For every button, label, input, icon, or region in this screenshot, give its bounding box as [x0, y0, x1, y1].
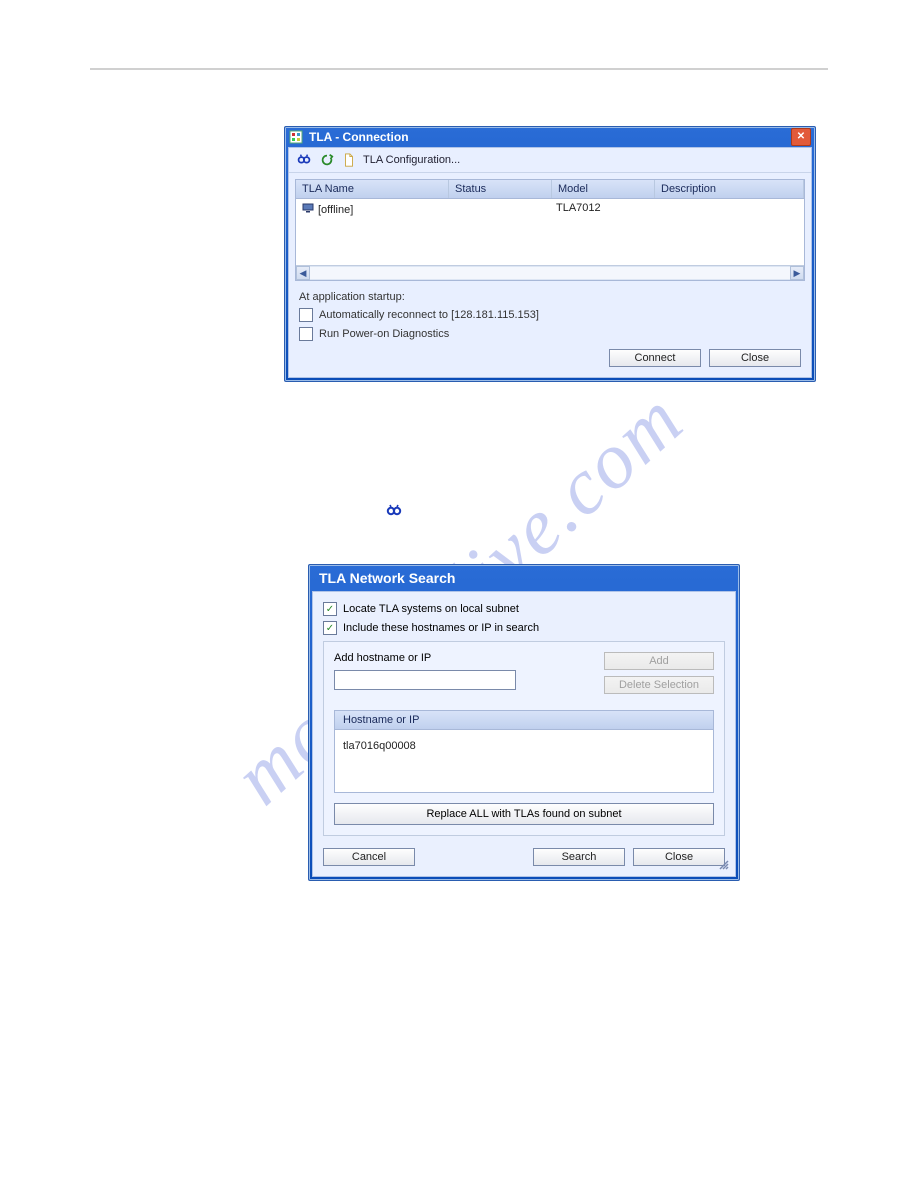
- run-power-label: Run Power-on Diagnostics: [319, 328, 449, 340]
- resize-grip-icon[interactable]: [717, 858, 729, 870]
- search-button[interactable]: Search: [533, 848, 625, 866]
- locate-label: Locate TLA systems on local subnet: [343, 603, 519, 615]
- list-item[interactable]: tla7016q00008: [335, 730, 713, 792]
- inline-search-icon-hint: [386, 502, 402, 521]
- scroll-right-icon[interactable]: ▶: [790, 266, 804, 280]
- horizontal-scrollbar[interactable]: ◀ ▶: [296, 265, 804, 280]
- connection-grid: TLA Name Status Model Description [offli…: [295, 179, 805, 281]
- close-button[interactable]: Close: [633, 848, 725, 866]
- list-header: Hostname or IP: [335, 711, 713, 730]
- monitor-icon: [302, 202, 314, 217]
- cancel-button[interactable]: Cancel: [323, 848, 415, 866]
- cell-model: TLA7012: [550, 199, 652, 220]
- locate-checkbox[interactable]: ✓: [323, 602, 337, 616]
- cell-status: [448, 199, 550, 220]
- include-label: Include these hostnames or IP in search: [343, 622, 539, 634]
- cell-name: [offline]: [318, 204, 353, 216]
- auto-reconnect-checkbox[interactable]: [299, 308, 313, 322]
- replace-button[interactable]: Replace ALL with TLAs found on subnet: [334, 803, 714, 825]
- toolbar: TLA Configuration...: [289, 148, 811, 173]
- hostname-list[interactable]: Hostname or IP tla7016q00008: [334, 710, 714, 793]
- connection-window: TLA - Connection ✕ TLA Configuration... …: [284, 126, 816, 382]
- close-button[interactable]: Close: [709, 349, 801, 367]
- delete-button[interactable]: Delete Selection: [604, 676, 714, 694]
- add-heading: Add hostname or IP: [334, 652, 592, 664]
- scroll-left-icon[interactable]: ◀: [296, 266, 310, 280]
- col-status[interactable]: Status: [449, 180, 552, 198]
- document-icon[interactable]: [341, 152, 357, 168]
- run-power-checkbox[interactable]: [299, 327, 313, 341]
- window-title: TLA - Connection: [309, 130, 409, 144]
- app-icon: [289, 130, 303, 144]
- titlebar[interactable]: TLA - Connection ✕: [285, 127, 815, 147]
- table-row[interactable]: [offline] TLA7012: [296, 199, 804, 220]
- search-icon: [386, 502, 402, 521]
- window-title[interactable]: TLA Network Search: [309, 565, 739, 591]
- hostname-input[interactable]: [334, 670, 516, 690]
- col-model[interactable]: Model: [552, 180, 655, 198]
- search-window: TLA Network Search ✓ Locate TLA systems …: [308, 564, 740, 881]
- search-icon[interactable]: [297, 152, 313, 168]
- config-label[interactable]: TLA Configuration...: [363, 154, 460, 166]
- add-button[interactable]: Add: [604, 652, 714, 670]
- col-name[interactable]: TLA Name: [296, 180, 449, 198]
- auto-reconnect-label: Automatically reconnect to [128.181.115.…: [319, 309, 539, 321]
- page-divider: [90, 68, 828, 70]
- refresh-icon[interactable]: [319, 152, 335, 168]
- connect-button[interactable]: Connect: [609, 349, 701, 367]
- include-checkbox[interactable]: ✓: [323, 621, 337, 635]
- cell-description: [652, 199, 804, 220]
- startup-heading: At application startup:: [299, 291, 801, 303]
- close-icon[interactable]: ✕: [791, 128, 811, 146]
- col-description[interactable]: Description: [655, 180, 804, 198]
